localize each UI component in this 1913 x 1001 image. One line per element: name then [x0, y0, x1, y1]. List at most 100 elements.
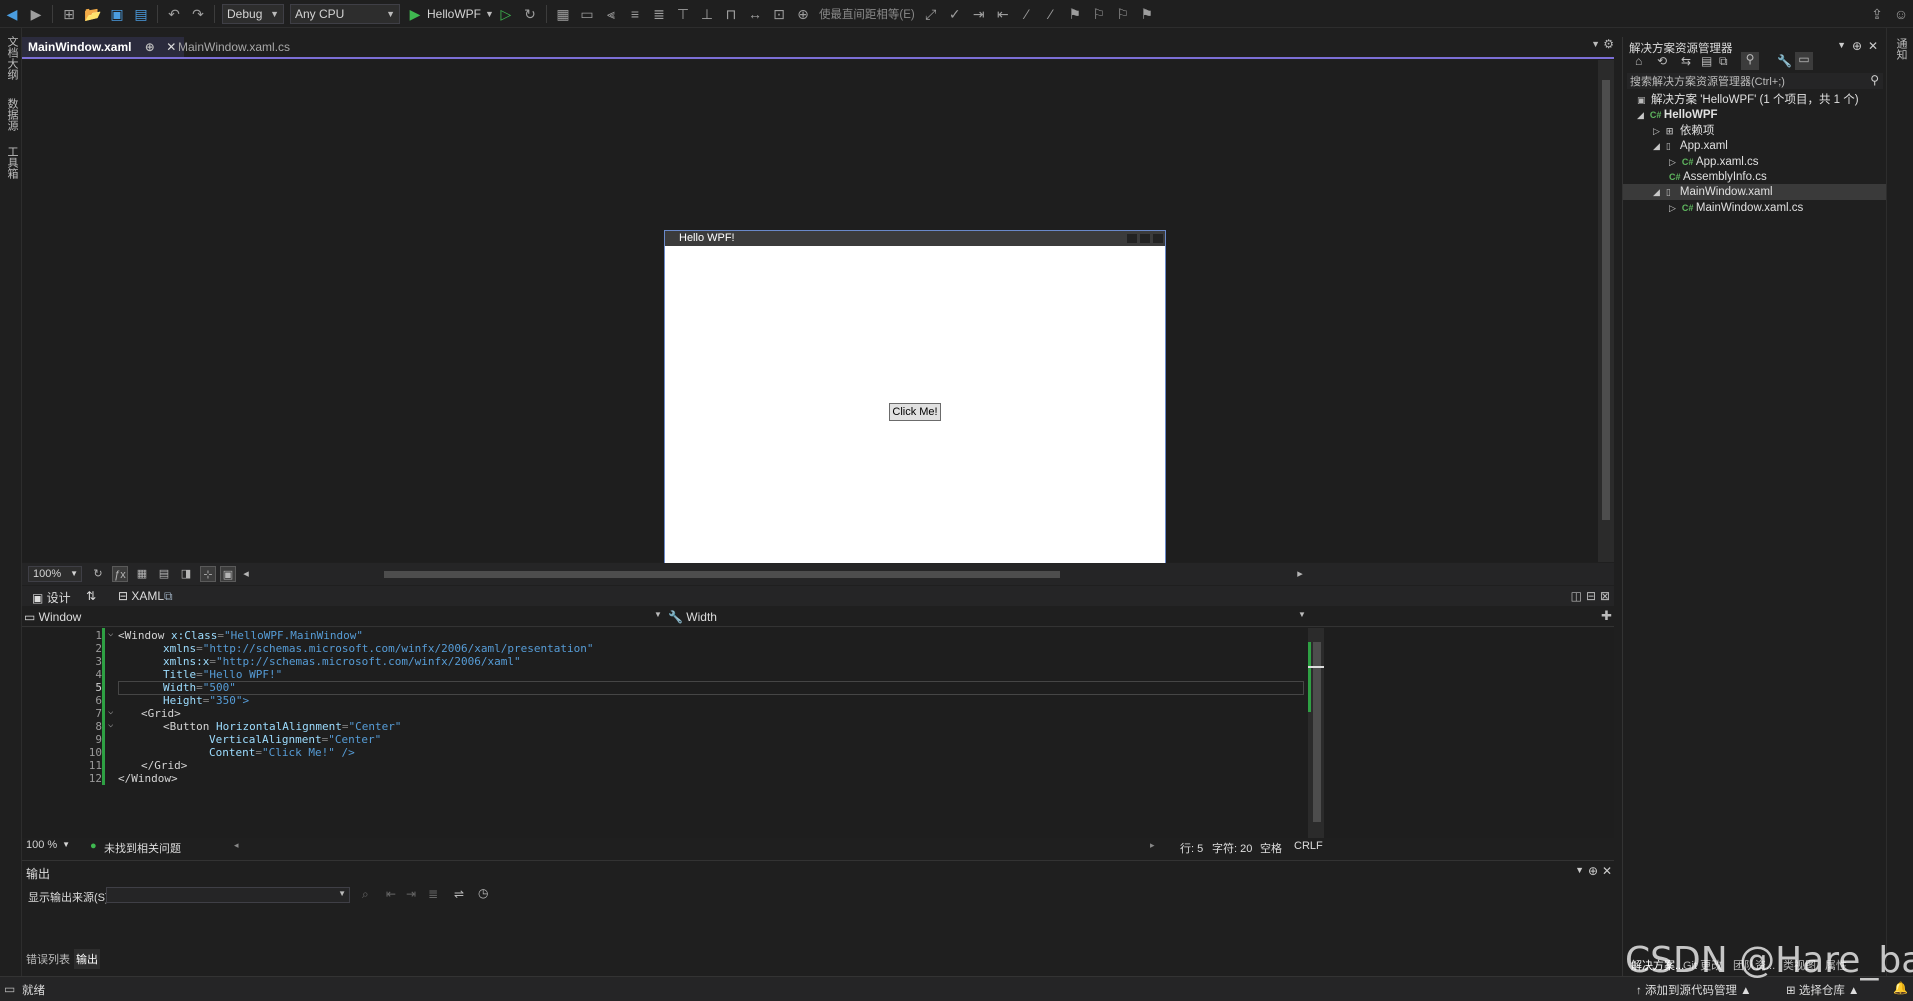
refresh-icon[interactable]: ↻: [90, 566, 106, 582]
comment-icon[interactable]: ⁄: [1018, 5, 1036, 23]
open-folder-icon[interactable]: 📂: [84, 5, 102, 23]
panel-options-icon[interactable]: ▼: [1575, 865, 1584, 875]
collapse-triangle-icon[interactable]: ◢: [1637, 110, 1644, 120]
close-icon[interactable]: ✕: [1602, 864, 1612, 878]
start-without-debug-icon[interactable]: ▷: [497, 5, 515, 23]
tab-mainwindow-xaml[interactable]: MainWindow.xaml ⊕ ✕: [22, 37, 184, 57]
chevron-down-icon[interactable]: ▼: [1298, 610, 1306, 619]
preview-icon[interactable]: ▭: [1795, 52, 1813, 70]
align-middle-icon[interactable]: ⊥: [698, 5, 716, 23]
configuration-dropdown[interactable]: Debug ▼: [222, 3, 284, 24]
scrollbar-thumb[interactable]: [1602, 80, 1610, 520]
gear-icon[interactable]: ⚙: [1603, 37, 1614, 51]
toolbox-tab[interactable]: 工具箱: [4, 146, 20, 179]
undo-icon[interactable]: ↶: [165, 5, 183, 23]
solution-search-input[interactable]: 搜索解决方案资源管理器(Ctrl+;) ⚲: [1627, 73, 1883, 89]
layout-icon[interactable]: ▭: [578, 5, 596, 23]
align-center-icon[interactable]: ≡: [626, 5, 644, 23]
scroll-left-icon[interactable]: ◂: [234, 840, 239, 851]
collapse-all-icon[interactable]: ▤: [1701, 54, 1712, 68]
property-dropdown[interactable]: 🔧 Width: [668, 610, 717, 624]
resize-handle-bottom[interactable]: [890, 520, 894, 524]
sync-icon[interactable]: ⇆: [1681, 54, 1691, 68]
save-icon[interactable]: ▣: [108, 5, 126, 23]
bookmark-clear-icon[interactable]: ⚑: [1138, 5, 1156, 23]
redo-icon[interactable]: ↷: [189, 5, 207, 23]
editor-zoom-dropdown[interactable]: 100 % ▼: [22, 838, 72, 854]
tab-list-dropdown-icon[interactable]: ▼: [1591, 39, 1600, 49]
run-icon[interactable]: ▶: [406, 5, 424, 23]
expand-triangle-icon[interactable]: ▷: [1669, 203, 1676, 213]
effects-icon[interactable]: ƒx: [112, 566, 128, 582]
wrench-icon[interactable]: 🔧: [1777, 54, 1792, 68]
document-outline-tab[interactable]: 文档大纲: [4, 36, 20, 80]
history-icon[interactable]: ⟲: [1657, 54, 1667, 68]
next-message-icon[interactable]: ⇥: [406, 887, 416, 901]
xaml-view-tab[interactable]: ⊟ XAML: [118, 589, 164, 603]
output-source-dropdown[interactable]: ▼: [106, 887, 350, 903]
fold-icon[interactable]: ⌵: [108, 707, 113, 717]
line-ending-indicator[interactable]: CRLF: [1294, 840, 1323, 852]
issues-status[interactable]: 未找到相关问题: [104, 840, 181, 856]
align-left-icon[interactable]: ⫷: [602, 5, 620, 23]
find-message-icon[interactable]: ⌕: [362, 887, 369, 902]
tab-error-list[interactable]: 错误列表: [26, 951, 70, 967]
home-icon[interactable]: ⌂: [1635, 54, 1642, 68]
window-preview[interactable]: Hello WPF! Click Me!: [664, 230, 1166, 581]
data-sources-tab[interactable]: 数据源: [4, 98, 20, 131]
element-dropdown[interactable]: ▭ Window: [24, 610, 81, 624]
size-icon[interactable]: ⊡: [770, 5, 788, 23]
tab-mainwindow-xaml-cs[interactable]: MainWindow.xaml.cs: [172, 37, 329, 57]
scroll-left-icon[interactable]: ◂: [238, 566, 254, 582]
design-view-tab[interactable]: ▣ 设计: [32, 589, 71, 606]
design-surface[interactable]: Hello WPF! Click Me!: [22, 60, 1614, 581]
run-target-label[interactable]: HelloWPF: [427, 7, 481, 21]
bookmark-prev-icon[interactable]: ⚐: [1090, 5, 1108, 23]
word-wrap-icon[interactable]: ⇌: [454, 887, 464, 901]
snap-lines-icon[interactable]: ⊹: [200, 566, 216, 582]
close-icon[interactable]: ✕: [1868, 39, 1878, 53]
split-editor-icon[interactable]: ✚: [1601, 608, 1612, 624]
line-indicator[interactable]: 行: 5: [1180, 840, 1203, 856]
spellcheck-icon[interactable]: ✓: [946, 5, 964, 23]
column-indicator[interactable]: 字符: 20: [1212, 840, 1252, 856]
resize-handle-right[interactable]: [1144, 343, 1148, 347]
chevron-down-icon[interactable]: ▼: [654, 610, 662, 619]
panel-options-icon[interactable]: ▼: [1837, 40, 1846, 50]
scroll-right-icon[interactable]: ▸: [1292, 566, 1308, 582]
notifications-tab[interactable]: 通知: [1893, 38, 1909, 60]
collapse-triangle-icon[interactable]: ◢: [1653, 187, 1660, 197]
layout-options-icon[interactable]: ⤢: [922, 5, 940, 23]
align-bottom-icon[interactable]: ⊓: [722, 5, 740, 23]
search-icon[interactable]: ⚲: [1870, 73, 1879, 87]
pin-icon[interactable]: ⊕: [145, 40, 155, 54]
pin-icon[interactable]: ⊕: [1588, 864, 1598, 878]
snap-grid-icon[interactable]: ▤: [156, 566, 172, 582]
clear-all-icon[interactable]: ≣: [428, 887, 438, 901]
notification-bell-icon[interactable]: 🔔: [1893, 981, 1908, 995]
share-icon[interactable]: ⇪: [1868, 5, 1886, 23]
spacing-icon[interactable]: ↔: [746, 5, 764, 23]
designer-zoom-dropdown[interactable]: 100% ▼: [28, 566, 82, 582]
chevron-down-icon[interactable]: ▼: [485, 9, 494, 19]
grid-icon[interactable]: ▦: [134, 566, 150, 582]
click-me-button[interactable]: Click Me!: [889, 403, 941, 421]
designer-vertical-scrollbar[interactable]: [1598, 60, 1614, 562]
popout-xaml-icon[interactable]: ⧉: [164, 589, 173, 604]
scroll-right-icon[interactable]: ▸: [1150, 840, 1155, 851]
fold-icon[interactable]: ⌵: [108, 629, 113, 639]
tab-output[interactable]: 输出: [74, 949, 100, 969]
indent-icon[interactable]: ⇥: [970, 5, 988, 23]
browser-icon[interactable]: ▦: [554, 5, 572, 23]
platform-dropdown[interactable]: Any CPU ▼: [290, 3, 400, 24]
align-right-icon[interactable]: ≣: [650, 5, 668, 23]
uncomment-icon[interactable]: ⁄: [1042, 5, 1060, 23]
add-to-source-control[interactable]: ↑ 添加到源代码管理 ▲: [1636, 982, 1752, 998]
bookmark-icon[interactable]: ⚑: [1066, 5, 1084, 23]
prev-message-icon[interactable]: ⇤: [386, 887, 396, 901]
swap-panes-icon[interactable]: ⇅: [86, 589, 96, 603]
bookmark-next-icon[interactable]: ⚐: [1114, 5, 1132, 23]
new-project-icon[interactable]: ⊞: [60, 5, 78, 23]
collapse-pane-icon[interactable]: ⊠: [1600, 589, 1610, 603]
device-icon[interactable]: ▣: [220, 566, 236, 582]
